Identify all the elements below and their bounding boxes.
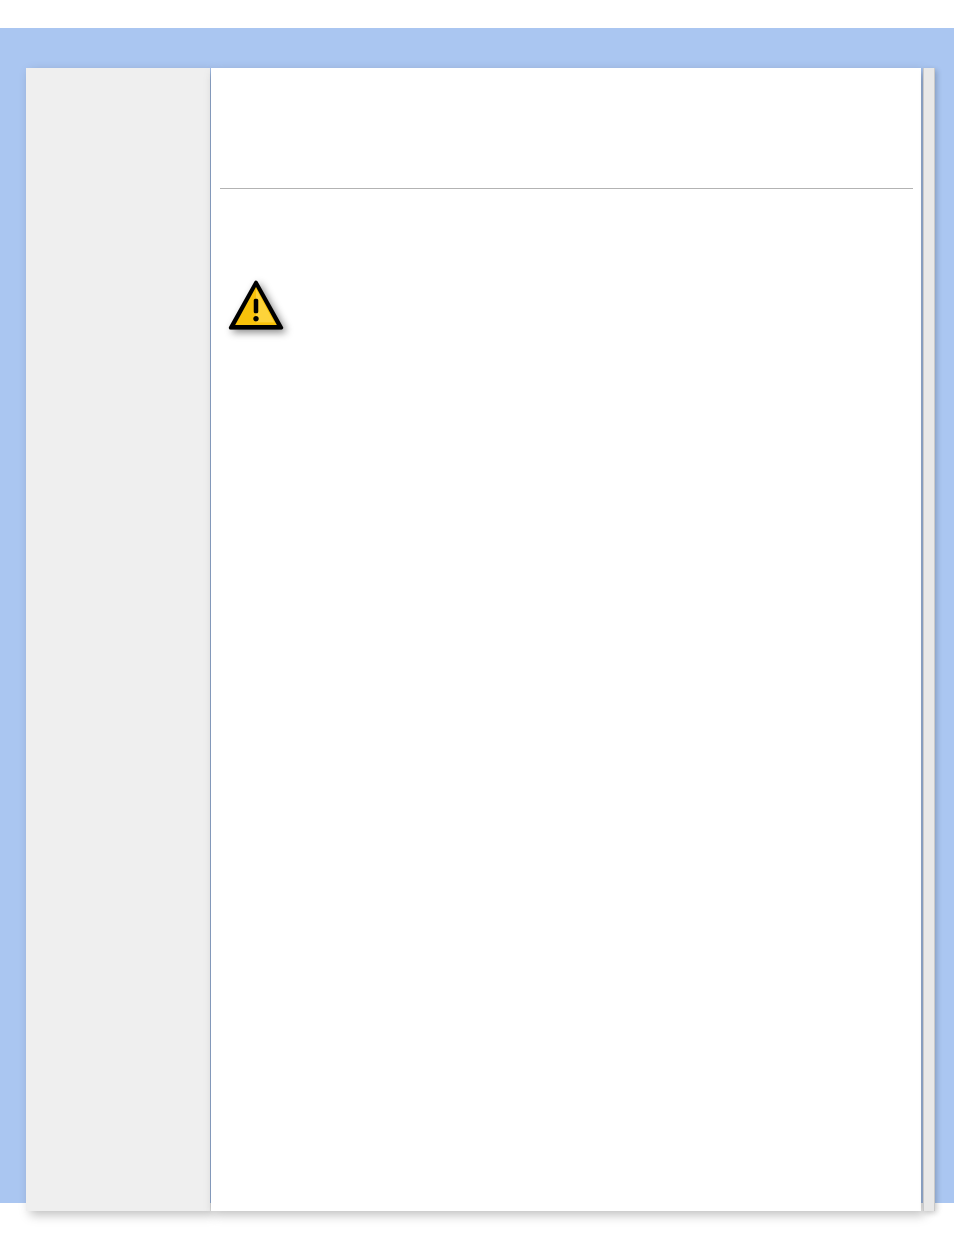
warning-icon [227, 280, 287, 334]
main-content-panel [211, 68, 921, 1211]
scrollbar-track[interactable] [923, 68, 935, 1211]
sidebar-panel [26, 68, 210, 1211]
page-background [0, 28, 954, 1203]
content-divider [220, 188, 913, 189]
